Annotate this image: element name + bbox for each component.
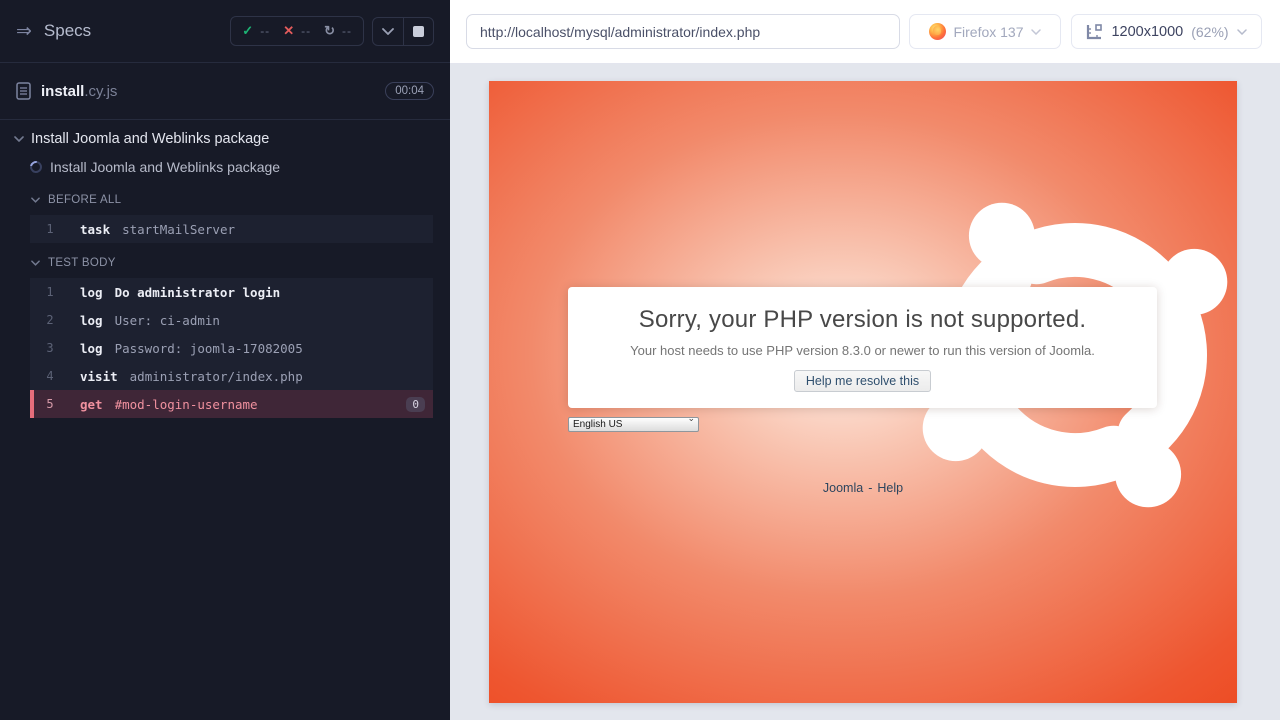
command-method: get — [80, 397, 103, 412]
joomla-link[interactable]: Joomla — [823, 481, 863, 495]
command-number: 1 — [30, 222, 70, 236]
command-row[interactable]: 5 get #mod-login-username 0 — [30, 390, 433, 418]
failed-count: -- — [301, 24, 311, 38]
run-controls — [372, 17, 434, 46]
command-row[interactable]: 1 log Do administrator login — [30, 278, 433, 306]
running-spinner-icon — [28, 159, 45, 176]
chevron-down-icon — [1031, 29, 1041, 35]
chevron-down-icon — [382, 28, 394, 35]
chevron-down-icon — [31, 197, 40, 203]
command-method: log — [80, 285, 103, 300]
viewport-size-label: 1200x1000 — [1111, 24, 1183, 40]
test-body-commands: 1 log Do administrator login 2 log User: ci-a… — [30, 278, 433, 418]
chevron-down-icon — [31, 260, 40, 266]
command-number: 2 — [30, 313, 70, 327]
section-label: TEST BODY — [48, 257, 116, 269]
pending-icon: ↻ — [324, 23, 335, 39]
help-link[interactable]: Help — [877, 481, 903, 495]
app-under-test-frame: Sorry, your PHP version is not supported… — [489, 81, 1237, 703]
runner-main-panel: Firefox 137 1200x1000 (62%) — [450, 0, 1280, 720]
command-message: Password: joomla-17082005 — [115, 341, 303, 356]
ruler-icon — [1086, 23, 1103, 40]
test-stats: ✓ -- ✕ -- ↻ -- — [230, 16, 364, 46]
section-test-body[interactable]: TEST BODY — [0, 252, 450, 274]
viewport-selector[interactable]: 1200x1000 (62%) — [1071, 14, 1262, 49]
command-number: 1 — [30, 285, 70, 299]
command-message: startMailServer — [122, 222, 235, 237]
suite-title: Install Joomla and Weblinks package — [31, 131, 269, 147]
aut-container: Sorry, your PHP version is not supported… — [450, 64, 1280, 720]
command-message: #mod-login-username — [115, 397, 258, 412]
command-method: visit — [80, 369, 118, 384]
language-select-wrap: English US — [568, 414, 699, 429]
spec-file-extension: .cy.js — [84, 83, 117, 100]
command-row[interactable]: 2 log User: ci-admin — [30, 306, 433, 334]
command-method: task — [80, 222, 110, 237]
stop-icon — [413, 26, 424, 37]
command-row[interactable]: 1 task startMailServer — [30, 215, 433, 243]
command-message: Do administrator login — [115, 285, 281, 300]
chevron-down-icon — [14, 136, 24, 142]
command-method: log — [80, 313, 103, 328]
test-title: Install Joomla and Weblinks package — [50, 159, 280, 175]
specs-list-icon[interactable]: ⇒ — [16, 22, 32, 41]
specs-header: ⇒ Specs ✓ -- ✕ -- ↻ -- — [0, 0, 450, 62]
help-resolve-button[interactable]: Help me resolve this — [794, 370, 931, 392]
passed-count: -- — [260, 24, 270, 38]
command-number: 3 — [30, 341, 70, 355]
browser-selector[interactable]: Firefox 137 — [909, 14, 1061, 49]
viewport-zoom-label: (62%) — [1191, 24, 1228, 40]
command-row[interactable]: 3 log Password: joomla-17082005 — [30, 334, 433, 362]
before-all-commands: 1 task startMailServer — [30, 215, 433, 243]
section-before-all[interactable]: BEFORE ALL — [0, 189, 450, 211]
suite-row[interactable]: Install Joomla and Weblinks package — [0, 126, 450, 152]
footer-separator: - — [868, 481, 872, 495]
runner-topbar: Firefox 137 1200x1000 (62%) — [450, 0, 1280, 64]
command-number: 5 — [30, 397, 70, 411]
test-row[interactable]: Install Joomla and Weblinks package — [0, 154, 450, 180]
collapse-all-button[interactable] — [373, 18, 403, 45]
command-count-badge: 0 — [406, 397, 425, 412]
pending-count: -- — [342, 24, 352, 38]
elapsed-time-badge: 00:04 — [385, 82, 434, 100]
command-number: 4 — [30, 369, 70, 383]
aut-footer: Joomla-Help — [489, 481, 1237, 495]
language-select[interactable]: English US — [568, 417, 699, 432]
spec-file-icon — [16, 82, 31, 100]
command-message: User: ci-admin — [115, 313, 220, 328]
spec-file-basename: install — [41, 83, 84, 100]
spec-file-name: install.cy.js — [41, 83, 117, 100]
command-message: administrator/index.php — [130, 369, 303, 384]
command-method: log — [80, 341, 103, 356]
spec-file-row[interactable]: install.cy.js 00:04 — [0, 63, 450, 119]
php-error-card: Sorry, your PHP version is not supported… — [568, 287, 1157, 408]
test-tree: Install Joomla and Weblinks package Inst… — [0, 120, 450, 418]
url-input[interactable] — [466, 14, 900, 49]
browser-label: Firefox 137 — [953, 24, 1023, 40]
failed-icon: ✕ — [283, 23, 294, 39]
firefox-icon — [929, 23, 946, 40]
chevron-down-icon — [1237, 29, 1247, 35]
error-subtitle: Your host needs to use PHP version 8.3.0… — [568, 343, 1157, 358]
cypress-sidebar: ⇒ Specs ✓ -- ✕ -- ↻ -- install.cy.js 0 — [0, 0, 450, 720]
command-row[interactable]: 4 visit administrator/index.php — [30, 362, 433, 390]
error-title: Sorry, your PHP version is not supported… — [568, 306, 1157, 334]
stop-run-button[interactable] — [403, 18, 433, 45]
section-label: BEFORE ALL — [48, 194, 121, 206]
specs-title: Specs — [44, 21, 91, 41]
passed-icon: ✓ — [242, 23, 253, 39]
